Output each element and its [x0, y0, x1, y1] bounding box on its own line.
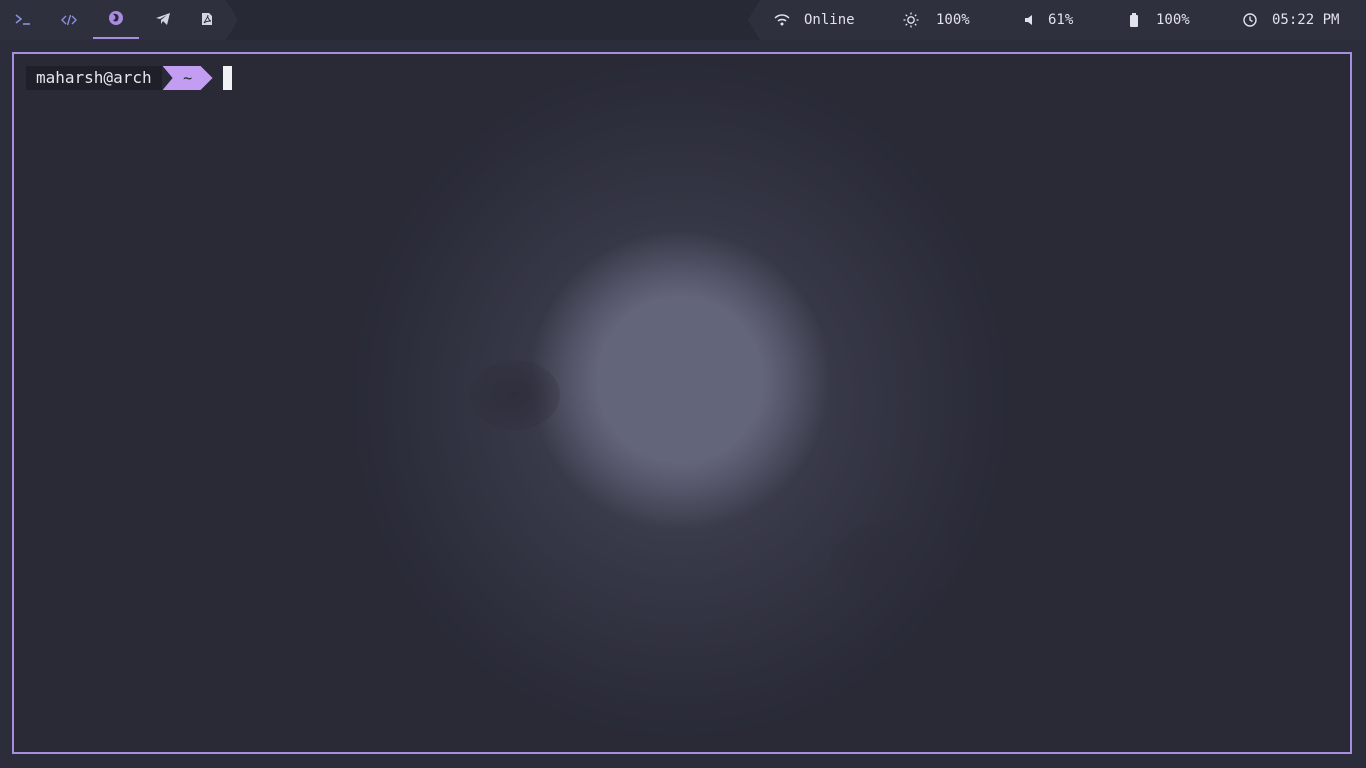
terminal-icon [15, 11, 31, 30]
volume-icon [1022, 12, 1038, 28]
network-status[interactable]: Online [748, 0, 882, 40]
workspace-telegram[interactable] [140, 0, 186, 40]
battery-status[interactable]: 100% [1098, 0, 1228, 40]
prompt-directory: ~ [162, 66, 213, 90]
firefox-icon [108, 10, 124, 30]
network-label: Online [804, 12, 855, 28]
top-bar: Online 100% 61% 100% 05:22 PM [0, 0, 1366, 40]
brightness-icon [903, 12, 919, 28]
workspace-switcher [0, 0, 238, 40]
wifi-icon [774, 12, 790, 28]
brightness-status[interactable]: 100% [870, 0, 998, 40]
clock-value: 05:22 PM [1272, 12, 1340, 28]
terminal-window[interactable]: maharsh@arch ~ [12, 52, 1352, 754]
battery-value: 100% [1156, 12, 1190, 28]
clock-icon [1242, 12, 1258, 28]
workspace-firefox[interactable] [93, 0, 139, 40]
workspace-pdf[interactable] [184, 0, 230, 40]
prompt-user-host: maharsh@arch [26, 66, 162, 90]
volume-value: 61% [1048, 12, 1074, 28]
text-cursor[interactable] [222, 66, 232, 90]
workspace-terminal[interactable] [0, 0, 46, 40]
shell-prompt: maharsh@arch ~ [26, 66, 232, 90]
pdf-icon [201, 11, 213, 30]
brightness-value: 100% [936, 12, 970, 28]
code-icon [61, 11, 77, 30]
battery-icon [1126, 12, 1142, 28]
workspace-code[interactable] [46, 0, 92, 40]
telegram-icon [155, 11, 171, 30]
volume-status[interactable]: 61% [986, 0, 1110, 40]
clock-status[interactable]: 05:22 PM [1216, 0, 1366, 40]
